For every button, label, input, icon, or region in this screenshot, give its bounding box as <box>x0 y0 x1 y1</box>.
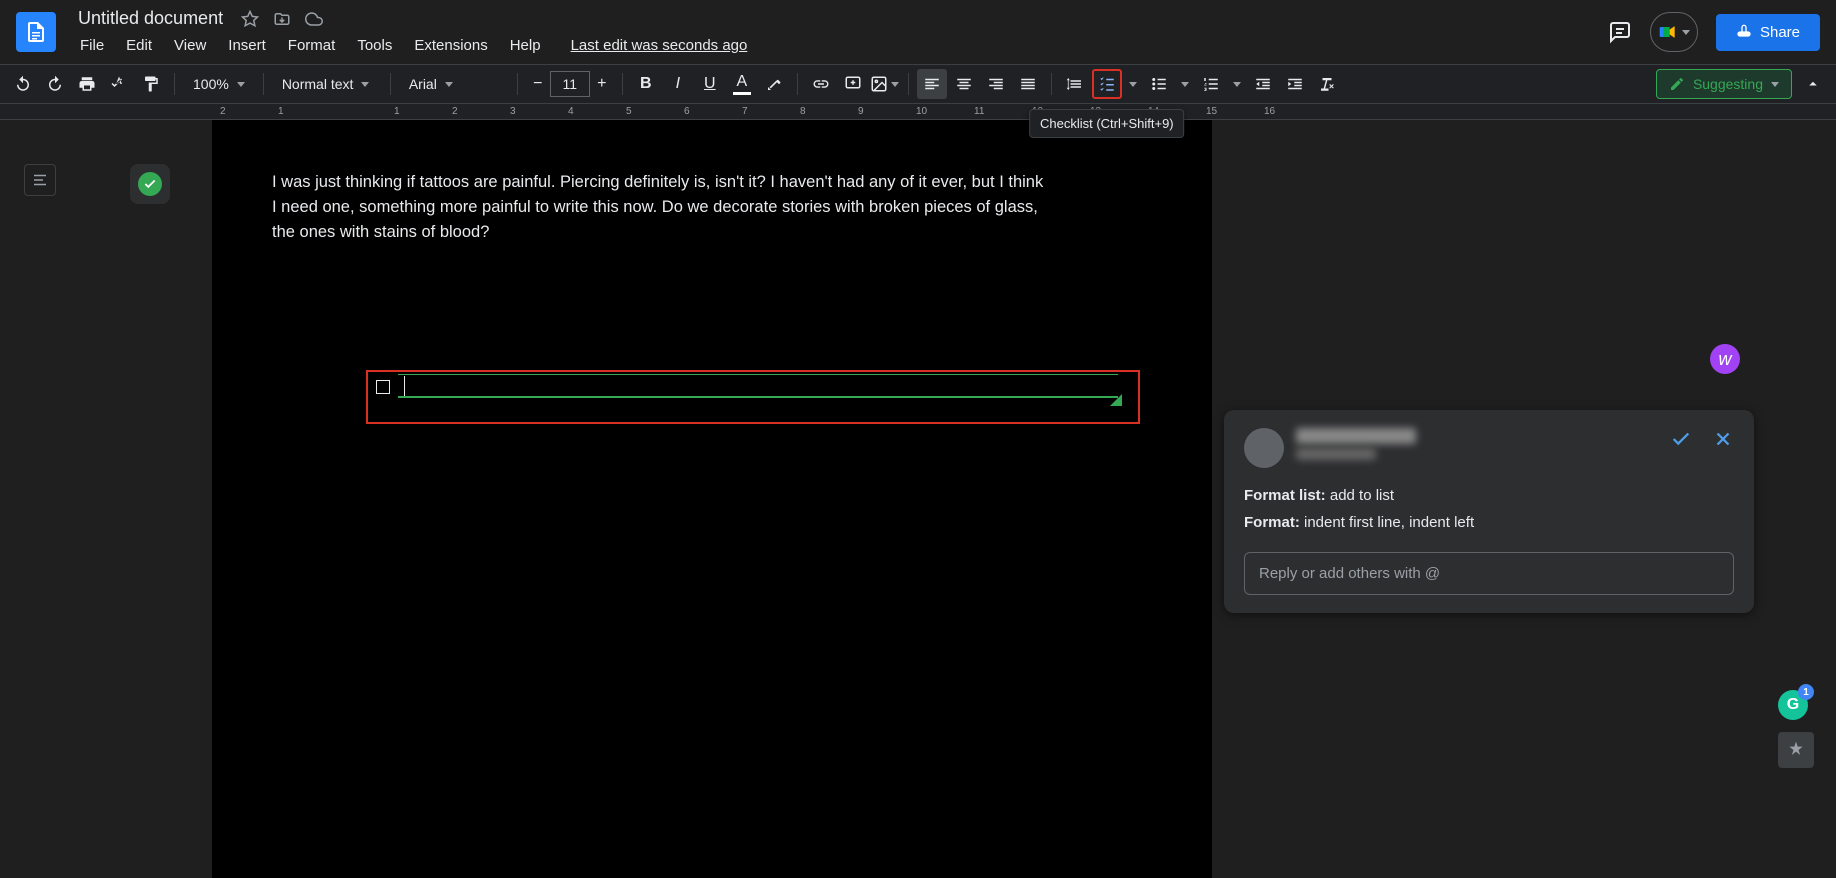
menu-format[interactable]: Format <box>280 33 344 58</box>
checklist-button[interactable]: Checklist (Ctrl+Shift+9) <box>1092 69 1122 99</box>
title-bar: Untitled document File Edit View Insert … <box>0 0 1836 64</box>
comment-timestamp <box>1296 448 1376 460</box>
share-button[interactable]: Share <box>1716 14 1820 51</box>
checklist-menu-button[interactable] <box>1124 69 1142 99</box>
suggestion-card: Format list: add to list Format: indent … <box>1224 410 1754 613</box>
star-icon[interactable] <box>241 10 259 28</box>
zoom-dropdown[interactable]: 100% <box>183 69 255 99</box>
decrease-indent-button[interactable] <box>1248 69 1278 99</box>
document-page[interactable]: I was just thinking if tattoos are painf… <box>212 120 1212 878</box>
menu-file[interactable]: File <box>72 33 112 58</box>
highlight-color-button[interactable] <box>759 69 789 99</box>
insert-link-button[interactable] <box>806 69 836 99</box>
comment-history-icon[interactable] <box>1608 20 1632 44</box>
numbered-list-button[interactable] <box>1196 69 1226 99</box>
accept-suggestion-icon[interactable] <box>1670 428 1692 450</box>
suggestion-line1-value: add to list <box>1326 487 1394 504</box>
menu-tools[interactable]: Tools <box>349 33 400 58</box>
grammarly-icon[interactable]: G1 <box>1778 690 1808 720</box>
increase-font-button[interactable]: + <box>590 69 614 99</box>
align-left-button[interactable] <box>917 69 947 99</box>
menu-extensions[interactable]: Extensions <box>406 33 495 58</box>
commenter-avatar <box>1244 428 1284 468</box>
checklist-tooltip: Checklist (Ctrl+Shift+9) <box>1029 109 1185 138</box>
bulleted-list-button[interactable] <box>1144 69 1174 99</box>
align-center-button[interactable] <box>949 69 979 99</box>
collapse-toolbar-button[interactable] <box>1798 69 1828 99</box>
paragraph-text[interactable]: I was just thinking if tattoos are painf… <box>272 170 1052 244</box>
clear-formatting-button[interactable] <box>1312 69 1342 99</box>
last-edit-link[interactable]: Last edit was seconds ago <box>563 33 756 58</box>
add-comment-button[interactable] <box>838 69 868 99</box>
menu-insert[interactable]: Insert <box>220 33 274 58</box>
align-right-button[interactable] <box>981 69 1011 99</box>
reply-input[interactable]: Reply or add others with @ <box>1244 552 1734 595</box>
toolbar: 100% Normal text Arial − + B I U A Check… <box>0 64 1836 104</box>
menu-bar: File Edit View Insert Format Tools Exten… <box>72 33 755 58</box>
suggestion-underline <box>398 374 1118 398</box>
paragraph-style-dropdown[interactable]: Normal text <box>272 69 382 99</box>
decrease-font-button[interactable]: − <box>526 69 550 99</box>
cloud-status-icon[interactable] <box>305 10 323 28</box>
text-cursor <box>404 376 405 396</box>
suggestion-handle-icon <box>1110 394 1122 406</box>
mode-label: Suggesting <box>1693 76 1763 92</box>
increase-indent-button[interactable] <box>1280 69 1310 99</box>
share-label: Share <box>1760 24 1800 41</box>
paint-format-button[interactable] <box>136 69 166 99</box>
text-color-button[interactable]: A <box>727 69 757 99</box>
editing-mode-button[interactable]: Suggesting <box>1656 69 1792 99</box>
suggestion-line2-value: indent first line, indent left <box>1300 514 1474 531</box>
document-outline-button[interactable] <box>24 164 56 196</box>
move-icon[interactable] <box>273 10 291 28</box>
font-size-input[interactable] <box>550 71 590 97</box>
workspace: I was just thinking if tattoos are painf… <box>0 120 1836 878</box>
menu-edit[interactable]: Edit <box>118 33 160 58</box>
docs-home-icon[interactable] <box>16 12 56 52</box>
grammarly-badge: 1 <box>1798 684 1814 700</box>
bulleted-list-menu-button[interactable] <box>1176 69 1194 99</box>
menu-view[interactable]: View <box>166 33 214 58</box>
print-button[interactable] <box>72 69 102 99</box>
numbered-list-menu-button[interactable] <box>1228 69 1246 99</box>
checklist-checkbox-icon[interactable] <box>376 380 390 394</box>
underline-button[interactable]: U <box>695 69 725 99</box>
meet-button[interactable] <box>1650 12 1698 52</box>
accept-suggestion-chip[interactable] <box>130 164 170 204</box>
font-dropdown[interactable]: Arial <box>399 69 509 99</box>
commenter-name <box>1296 428 1416 444</box>
collaborator-avatar[interactable]: w <box>1710 344 1740 374</box>
insert-image-button[interactable] <box>870 69 900 99</box>
italic-button[interactable]: I <box>663 69 693 99</box>
undo-button[interactable] <box>8 69 38 99</box>
menu-help[interactable]: Help <box>502 33 549 58</box>
suggestion-line1-label: Format list: <box>1244 487 1326 504</box>
line-spacing-button[interactable] <box>1060 69 1090 99</box>
ruler[interactable]: 2 1 1 2 3 4 5 6 7 8 9 10 11 12 13 14 15 … <box>0 104 1836 120</box>
suggestion-line2-label: Format: <box>1244 514 1300 531</box>
reject-suggestion-icon[interactable] <box>1712 428 1734 450</box>
align-justify-button[interactable] <box>1013 69 1043 99</box>
redo-button[interactable] <box>40 69 70 99</box>
spellcheck-button[interactable] <box>104 69 134 99</box>
document-title[interactable]: Untitled document <box>72 6 229 31</box>
explore-button[interactable] <box>1778 732 1814 768</box>
bold-button[interactable]: B <box>631 69 661 99</box>
